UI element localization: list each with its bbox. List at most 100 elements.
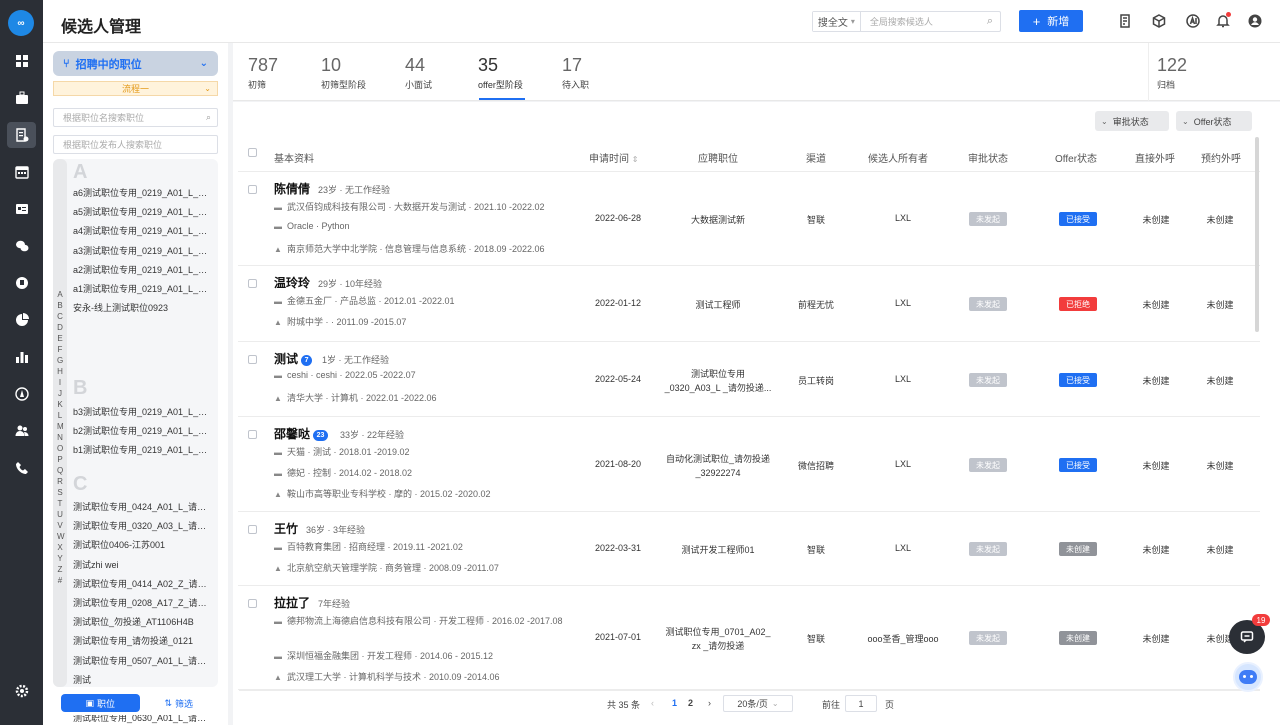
candidate-name[interactable]: 温玲玲 [274, 274, 310, 291]
alpha-index-letter[interactable]: Z [57, 564, 63, 575]
next-page-button[interactable]: › [708, 698, 711, 708]
cube-icon[interactable] [1151, 13, 1167, 29]
row-checkbox[interactable] [248, 430, 257, 439]
alpha-index-letter[interactable]: M [57, 421, 64, 432]
alpha-index-letter[interactable]: O [57, 443, 63, 454]
ai-icon[interactable] [1185, 13, 1201, 29]
job-list-item[interactable]: a1测试职位专用_0219_A01_L_请勿投递 [73, 282, 213, 295]
applied-position[interactable]: 自动化测试职位_请勿投递 _32922274 [663, 452, 773, 480]
direct-call-status[interactable]: 未创建 [1131, 374, 1181, 387]
alpha-index-letter[interactable]: # [57, 575, 63, 586]
stage-small-interview[interactable]: 44 小面试 [405, 43, 475, 101]
select-all-checkbox[interactable] [248, 148, 257, 157]
alpha-index-letter[interactable]: E [57, 333, 63, 344]
job-list-item[interactable]: 测试职位专用_0208_A17_Z_请勿投递 [73, 596, 213, 609]
candidate-row[interactable]: 拉拉了 7年经验 ▬ 德邦物流上海德启信息科技有限公司 · 开发工程师 · 2016.… [238, 586, 1260, 690]
alpha-index-letter[interactable]: H [57, 366, 63, 377]
prev-page-button[interactable]: ‹ [651, 698, 654, 708]
id-card-icon[interactable] [7, 196, 36, 222]
job-list-item[interactable]: 测试职位专用_0424_A01_L_请勿投递 [73, 500, 213, 513]
job-list-item[interactable]: 测试职位专用_0320_A03_L_请勿投递 [73, 519, 213, 532]
alpha-index[interactable]: A B C D E F G H I J K L M N O P Q R S T U V W X Y Z # [57, 289, 65, 586]
applied-position[interactable]: 测试职位专用_0320_A03_L _请勿投递... [663, 367, 773, 395]
alpha-index-letter[interactable]: F [57, 344, 63, 355]
alpha-index-letter[interactable]: T [57, 498, 63, 509]
stage-pending-onboard[interactable]: 17 待入职 [562, 43, 632, 101]
scheduled-call-status[interactable]: 未创建 [1195, 298, 1245, 311]
search-input[interactable] [860, 12, 987, 31]
dashboard-icon[interactable] [7, 48, 36, 74]
alpha-index-letter[interactable]: C [57, 311, 63, 322]
candidate-name[interactable]: 陈倩倩 [274, 180, 310, 197]
scheduled-call-status[interactable]: 未创建 [1195, 543, 1245, 556]
job-list-item[interactable]: a5测试职位专用_0219_A01_L_请勿投递 [73, 205, 213, 218]
job-list-item[interactable]: b1测试职位专用_0219_A01_L_请勿投递 [73, 443, 213, 456]
job-list-item[interactable]: 测试职位_勿投递_AT1106H4B [73, 615, 213, 628]
applied-position[interactable]: 大数据测试新 [663, 213, 773, 226]
job-list-item[interactable]: 安永-线上测试职位0923 [73, 301, 213, 314]
applied-position[interactable]: 测试职位专用_0701_A02_ zx _请勿投递 [663, 625, 773, 653]
alpha-index-letter[interactable]: N [57, 432, 63, 443]
briefcase-icon[interactable] [7, 85, 36, 111]
row-checkbox[interactable] [248, 599, 257, 608]
job-list-item[interactable]: 测试职位专用_0507_A01_L_请勿投递 [73, 654, 213, 667]
alpha-index-letter[interactable]: Y [57, 553, 63, 564]
add-candidate-button[interactable]: + 新增 [1019, 10, 1083, 32]
compass-icon[interactable] [7, 381, 36, 407]
applied-position[interactable]: 测试开发工程师01 [663, 543, 773, 556]
alpha-index-letter[interactable]: W [57, 531, 65, 542]
page-1[interactable]: 1 [672, 698, 677, 708]
alpha-index-letter[interactable]: B [57, 300, 63, 311]
approval-status-filter[interactable]: ⌄ 审批状态 [1095, 111, 1169, 131]
job-list-item[interactable]: 测试职位专用_0414_A02_Z_请勿投递 [73, 577, 213, 590]
col-apply-time[interactable]: 申请时间 ⇕ [589, 150, 638, 165]
bar-chart-icon[interactable] [7, 344, 36, 370]
alpha-index-letter[interactable]: L [57, 410, 63, 421]
calendar-icon[interactable] [7, 159, 36, 185]
tab-filter[interactable]: ⇅ 筛选 [140, 694, 219, 712]
alpha-index-letter[interactable]: D [57, 322, 63, 333]
row-checkbox[interactable] [248, 185, 257, 194]
offer-status-filter[interactable]: ⌄ Offer状态 [1176, 111, 1252, 131]
alpha-index-letter[interactable]: S [57, 487, 63, 498]
job-list-item[interactable]: a3测试职位专用_0219_A01_L_请勿投递 [73, 244, 213, 257]
job-list-item[interactable]: a4测试职位专用_0219_A01_L_请勿投递 [73, 224, 213, 237]
search-icon[interactable]: ⌕ [987, 15, 1000, 28]
direct-call-status[interactable]: 未创建 [1131, 632, 1181, 645]
job-name-search[interactable]: 根据职位名搜索职位 ⌕ [53, 108, 218, 127]
scheduled-call-status[interactable]: 未创建 [1195, 213, 1245, 226]
candidate-row[interactable]: 王竹 36岁 · 3年经验 ▬ 百特教育集团 · 招商经理 · 2019.11 -20… [238, 512, 1260, 586]
alpha-index-letter[interactable]: G [57, 355, 63, 366]
candidate-row[interactable]: 陈倩倩 23岁 · 无工作经验 ▬ 武汉佰钧成科技有限公司 · 大数据开发与测试 · … [238, 172, 1260, 266]
job-list-item[interactable]: 测试职位专用_请勿投递_0121 [73, 634, 213, 647]
app-logo[interactable]: ∞ [8, 10, 34, 36]
alpha-index-letter[interactable]: Q [57, 465, 63, 476]
direct-call-status[interactable]: 未创建 [1131, 213, 1181, 226]
direct-call-status[interactable]: 未创建 [1131, 298, 1181, 311]
job-list-item[interactable]: a2测试职位专用_0219_A01_L_请勿投递 [73, 263, 213, 276]
candidate-row[interactable]: 测试 7 1岁 · 无工作经验 ▬ ceshi · ceshi · 2022.05 -2… [238, 342, 1260, 417]
stage-screening-type[interactable]: 10 初筛型阶段 [321, 43, 401, 101]
alpha-index-letter[interactable]: U [57, 509, 63, 520]
settings-icon[interactable] [7, 678, 36, 704]
candidate-name[interactable]: 邵馨哒 23 [274, 425, 329, 442]
direct-call-status[interactable]: 未创建 [1131, 543, 1181, 556]
team-icon[interactable] [7, 418, 36, 444]
phone-icon[interactable] [7, 455, 36, 481]
applied-position[interactable]: 测试工程师 [663, 298, 773, 311]
stage-offer-type[interactable]: 35 offer型阶段 [478, 43, 558, 101]
candidate-row[interactable]: 邵馨哒 23 33岁 · 22年经验 ▬ 天猫 · 测试 · 2018.01 -2019… [238, 417, 1260, 512]
wechat-icon[interactable] [7, 233, 36, 259]
page-2[interactable]: 2 [688, 698, 693, 708]
assistant-robot-icon[interactable] [1233, 662, 1263, 692]
job-list-item[interactable]: 测试zhi wei [73, 558, 213, 571]
pie-chart-icon[interactable] [7, 307, 36, 333]
row-checkbox[interactable] [248, 355, 257, 364]
stage-archive[interactable]: 122 归档 [1157, 43, 1227, 101]
vertical-scrollbar[interactable] [1255, 137, 1259, 332]
candidate-name[interactable]: 拉拉了 [274, 594, 310, 611]
alpha-index-letter[interactable]: P [57, 454, 63, 465]
alpha-index-letter[interactable]: I [57, 377, 63, 388]
alpha-index-letter[interactable]: K [57, 399, 63, 410]
direct-call-status[interactable]: 未创建 [1131, 459, 1181, 472]
